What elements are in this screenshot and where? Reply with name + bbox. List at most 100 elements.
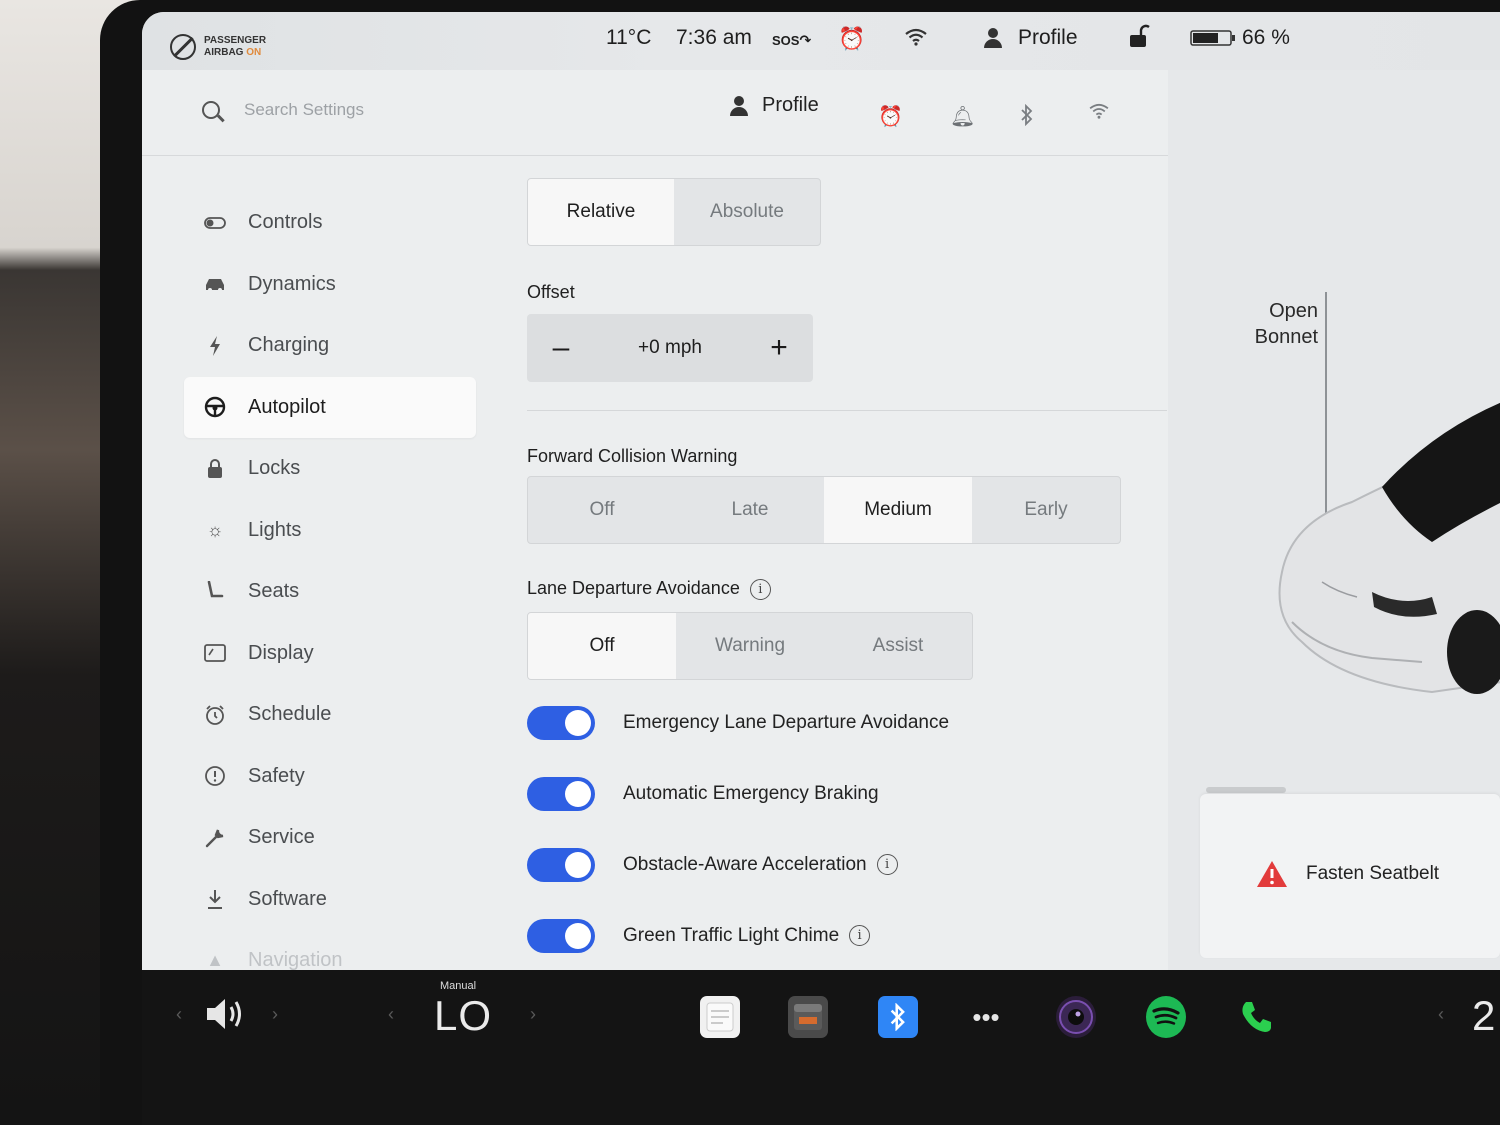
bottom-dock: ‹ › ‹ Manual LO › ••• ‹ 2 bbox=[142, 970, 1500, 1125]
status-profile[interactable]: Profile bbox=[984, 26, 1078, 50]
info-icon[interactable]: i bbox=[849, 925, 871, 947]
sun-icon: ☼ bbox=[206, 519, 224, 540]
passenger-temperature[interactable]: 2 bbox=[1472, 992, 1496, 1040]
search-icon bbox=[202, 101, 220, 119]
spotify-app-icon[interactable] bbox=[1146, 996, 1186, 1038]
alert-circle-icon bbox=[204, 765, 226, 787]
clock: 7:36 am bbox=[676, 26, 752, 49]
sidebar-item-navigation[interactable]: ▲ Navigation bbox=[184, 930, 476, 970]
green-light-chime-toggle[interactable] bbox=[527, 919, 595, 953]
calendar-app-icon[interactable] bbox=[788, 996, 828, 1038]
toggle-icon bbox=[204, 212, 226, 234]
toggle-row-obstacle-aware: Obstacle-Aware Acceleration i bbox=[527, 848, 898, 882]
airbag-label-2: AIRBAG bbox=[204, 47, 244, 58]
warning-triangle-icon bbox=[1257, 861, 1287, 887]
info-icon[interactable]: i bbox=[749, 578, 771, 600]
sidebar-item-safety[interactable]: Safety bbox=[184, 746, 476, 808]
toggle-row-green-light-chime: Green Traffic Light Chime i bbox=[527, 919, 871, 953]
header-profile-button[interactable]: Profile bbox=[730, 94, 819, 117]
search-input[interactable] bbox=[244, 100, 544, 120]
airbag-state: ON bbox=[246, 47, 262, 58]
person-icon bbox=[730, 95, 748, 116]
fcw-option-early[interactable]: Early bbox=[972, 477, 1120, 543]
toggle-row-aeb: Automatic Emergency Braking bbox=[527, 777, 879, 811]
car-icon bbox=[204, 273, 226, 295]
sidebar-item-locks[interactable]: Locks bbox=[184, 438, 476, 500]
fcw-label: Forward Collision Warning bbox=[527, 446, 738, 466]
sidebar-item-autopilot[interactable]: Autopilot bbox=[184, 376, 476, 438]
fcw-option-off[interactable]: Off bbox=[528, 477, 676, 543]
wifi-icon[interactable] bbox=[904, 28, 928, 52]
lda-label: Lane Departure Avoidance i bbox=[527, 578, 771, 600]
chevron-right-icon[interactable]: › bbox=[272, 1004, 278, 1025]
sidebar-item-lights[interactable]: ☼ Lights bbox=[184, 500, 476, 562]
lda-option-assist[interactable]: Assist bbox=[824, 613, 972, 679]
nav-arrow-icon: ▲ bbox=[206, 950, 224, 970]
wifi-icon[interactable] bbox=[1088, 102, 1110, 125]
offset-label: Offset bbox=[527, 282, 575, 302]
airbag-label: PASSENGER bbox=[204, 35, 267, 46]
settings-sidebar: Controls Dynamics Charging Autopilot Loc… bbox=[184, 192, 476, 970]
open-bonnet-button[interactable]: Open Bonnet bbox=[1244, 298, 1318, 350]
settings-header: Profile ⏰ 🔔︎ bbox=[142, 70, 1168, 156]
alert-card: Fasten Seatbelt bbox=[1200, 794, 1500, 958]
airbag-off-icon bbox=[170, 34, 196, 60]
battery-indicator: 66 % bbox=[1190, 26, 1290, 50]
section-divider bbox=[527, 410, 1167, 411]
card-handle[interactable] bbox=[1206, 787, 1286, 793]
decrement-button[interactable]: – bbox=[549, 333, 573, 363]
sidebar-item-schedule[interactable]: Schedule bbox=[184, 684, 476, 746]
bolt-icon bbox=[204, 335, 226, 357]
sidebar-item-charging[interactable]: Charging bbox=[184, 315, 476, 377]
increment-button[interactable]: + bbox=[767, 333, 791, 363]
toggle-label: Obstacle-Aware Acceleration i bbox=[623, 854, 898, 876]
fcw-option-late[interactable]: Late bbox=[676, 477, 824, 543]
person-icon bbox=[984, 28, 1002, 48]
toggle-row-emergency-lda: Emergency Lane Departure Avoidance bbox=[527, 706, 949, 740]
option-absolute[interactable]: Absolute bbox=[674, 179, 820, 245]
chevron-left-icon[interactable]: ‹ bbox=[1438, 1004, 1444, 1025]
bell-icon[interactable]: 🔔︎ bbox=[950, 104, 975, 129]
chevron-right-icon[interactable]: › bbox=[530, 1004, 536, 1025]
status-bar: PASSENGER AIRBAG ON 11°C 7:36 am SOS↷ ⏰ … bbox=[142, 12, 1500, 70]
fcw-option-medium[interactable]: Medium bbox=[824, 477, 972, 543]
sidebar-item-dynamics[interactable]: Dynamics bbox=[184, 254, 476, 316]
sos-indicator[interactable]: SOS↷ bbox=[772, 32, 811, 49]
aeb-toggle[interactable] bbox=[527, 777, 595, 811]
toggle-label: Green Traffic Light Chime i bbox=[623, 925, 871, 947]
camera-app-icon[interactable] bbox=[1056, 996, 1096, 1038]
emergency-lda-toggle[interactable] bbox=[527, 706, 595, 740]
info-icon[interactable]: i bbox=[876, 854, 898, 876]
volume-icon[interactable] bbox=[204, 994, 250, 1039]
fasten-seatbelt-alert: Fasten Seatbelt bbox=[1256, 860, 1439, 888]
sidebar-item-seats[interactable]: Seats bbox=[184, 561, 476, 623]
more-apps-icon[interactable]: ••• bbox=[966, 996, 1006, 1038]
option-relative[interactable]: Relative bbox=[528, 179, 674, 245]
phone-app-icon[interactable] bbox=[1236, 996, 1276, 1038]
lda-option-off[interactable]: Off bbox=[528, 613, 676, 679]
offset-value: +0 mph bbox=[638, 337, 702, 358]
wrench-icon bbox=[204, 827, 226, 849]
seat-icon bbox=[204, 580, 226, 603]
notes-app-icon[interactable] bbox=[700, 996, 740, 1038]
lda-selector: Off Warning Assist bbox=[527, 612, 973, 680]
bluetooth-app-icon[interactable] bbox=[878, 996, 918, 1038]
obstacle-aware-toggle[interactable] bbox=[527, 848, 595, 882]
sidebar-item-software[interactable]: Software bbox=[184, 869, 476, 931]
unlocked-icon[interactable] bbox=[1128, 24, 1150, 54]
alarm-clock-icon[interactable]: ⏰ bbox=[838, 26, 865, 52]
climate-mode: Manual bbox=[440, 980, 477, 992]
chevron-left-icon[interactable]: ‹ bbox=[176, 1004, 182, 1025]
alarm-clock-icon[interactable]: ⏰ bbox=[878, 104, 903, 129]
lda-option-warning[interactable]: Warning bbox=[676, 613, 824, 679]
sos-phone-icon: ↷ bbox=[799, 32, 812, 48]
sidebar-item-service[interactable]: Service bbox=[184, 807, 476, 869]
chevron-left-icon[interactable]: ‹ bbox=[388, 1004, 394, 1025]
lock-icon bbox=[204, 458, 226, 480]
sidebar-item-display[interactable]: Display bbox=[184, 623, 476, 685]
battery-icon bbox=[1190, 30, 1235, 46]
search-bar[interactable] bbox=[202, 100, 544, 120]
driver-temperature[interactable]: LO bbox=[434, 992, 492, 1040]
sidebar-item-controls[interactable]: Controls bbox=[184, 192, 476, 254]
bluetooth-icon[interactable] bbox=[1020, 103, 1034, 132]
